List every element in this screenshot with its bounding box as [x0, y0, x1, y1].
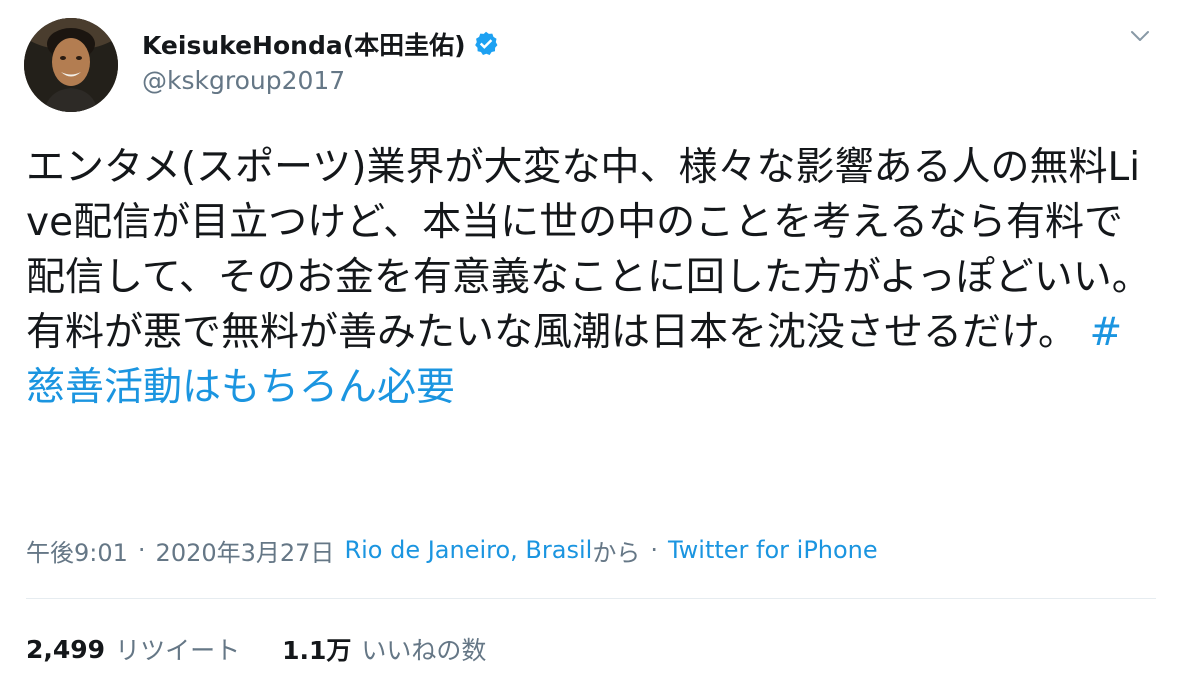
tweet-text: エンタメ(スポーツ)業界が大変な中、様々な影響ある人の無料Live配信が目立つけ… — [26, 140, 1156, 415]
tweet-date[interactable]: 2020年3月27日 — [156, 533, 335, 568]
verified-badge-icon — [472, 30, 500, 58]
avatar-photo-icon — [24, 18, 118, 112]
meta-separator: · — [650, 536, 658, 564]
tweet-card: KeisukeHonda(本田圭佑) @kskgroup2017 エンタメ(スポ… — [0, 0, 1178, 684]
tweet-stats: 2,499 リツイート 1.1万 いいねの数 — [26, 630, 486, 668]
likes-count: 1.1万 — [282, 636, 352, 665]
retweets-stat[interactable]: 2,499 リツイート — [26, 631, 240, 667]
chevron-down-icon[interactable] — [1128, 24, 1152, 48]
location-suffix: から — [592, 538, 641, 567]
display-name[interactable]: KeisukeHonda(本田圭佑) — [142, 26, 466, 62]
likes-label: いいねの数 — [361, 636, 487, 665]
retweets-count: 2,499 — [26, 634, 106, 664]
retweets-label: リツイート — [115, 636, 241, 665]
source-link[interactable]: Twitter for iPhone — [668, 536, 878, 564]
location-link[interactable]: Rio de Janeiro, Brasil — [344, 536, 592, 564]
tweet-time[interactable]: 午後9:01 — [26, 533, 128, 568]
author-name-row: KeisukeHonda(本田圭佑) — [142, 26, 500, 62]
user-handle[interactable]: @kskgroup2017 — [142, 66, 500, 95]
tweet-meta: 午後9:01 · 2020年3月27日 Rio de Janeiro, Bras… — [26, 532, 878, 568]
meta-separator: · — [137, 536, 146, 564]
tweet-body: エンタメ(スポーツ)業界が大変な中、様々な影響ある人の無料Live配信が目立つけ… — [26, 145, 1151, 355]
avatar[interactable] — [24, 18, 118, 112]
divider — [26, 598, 1156, 599]
likes-stat[interactable]: 1.1万 いいねの数 — [282, 631, 486, 667]
author-block: KeisukeHonda(本田圭佑) @kskgroup2017 — [142, 26, 500, 95]
